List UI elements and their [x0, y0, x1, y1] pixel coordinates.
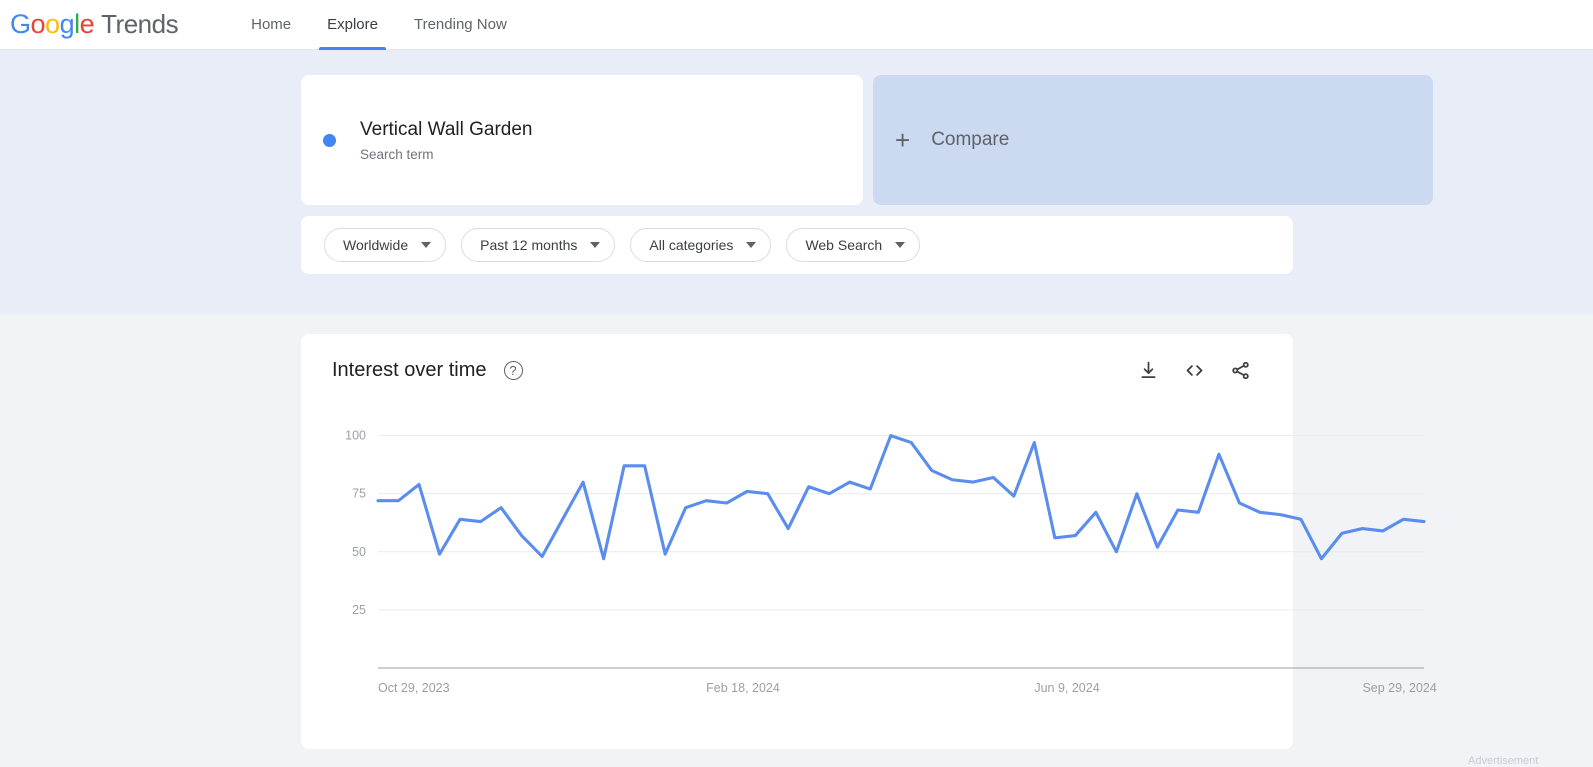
- chart-header: Interest over time ?: [332, 359, 1263, 382]
- trends-wordmark: Trends: [101, 9, 178, 40]
- filter-time-range-label: Past 12 months: [480, 237, 577, 253]
- filter-category[interactable]: All categories: [630, 228, 771, 262]
- line-chart-svg: 100 75 50 25 Oct 29, 2023 Feb 18, 2024 Jun 9, …: [332, 410, 1438, 710]
- nav-item-explore[interactable]: Explore: [319, 0, 386, 50]
- search-term-title: Vertical Wall Garden: [360, 118, 532, 142]
- y-axis-tick-label: 25: [352, 603, 366, 617]
- x-axis-tick-label: Oct 29, 2023: [378, 681, 450, 695]
- app-header: Google Trends Home Explore Trending Now: [0, 0, 1593, 50]
- google-trends-logo[interactable]: Google Trends: [10, 9, 178, 40]
- primary-nav: Home Explore Trending Now: [233, 0, 525, 50]
- query-row: Vertical Wall Garden Search term + Compa…: [301, 75, 1293, 205]
- filter-search-type-label: Web Search: [805, 237, 882, 253]
- nav-item-trending-now[interactable]: Trending Now: [406, 0, 515, 50]
- filter-search-type[interactable]: Web Search: [786, 228, 920, 262]
- compare-button[interactable]: + Compare: [873, 75, 1433, 205]
- nav-item-home[interactable]: Home: [243, 0, 299, 50]
- y-axis-tick-label: 100: [345, 429, 366, 443]
- share-icon[interactable]: [1230, 360, 1251, 381]
- search-term-text: Vertical Wall Garden Search term: [360, 118, 532, 162]
- footer-partial-text: Advertisement: [1468, 755, 1538, 767]
- data-line-vertical-wall-garden[interactable]: [378, 436, 1424, 559]
- chart-title: Interest over time: [332, 359, 487, 382]
- series-color-dot: [323, 134, 336, 147]
- x-axis-tick-label: Sep 29, 2024: [1362, 681, 1436, 695]
- chart-actions: [1138, 360, 1263, 381]
- chevron-down-icon: [421, 242, 431, 248]
- interest-over-time-card: Interest over time ?: [301, 334, 1293, 749]
- search-term-card[interactable]: Vertical Wall Garden Search term: [301, 75, 863, 205]
- chevron-down-icon: [590, 242, 600, 248]
- interest-over-time-plot[interactable]: 100 75 50 25 Oct 29, 2023 Feb 18, 2024 Jun 9, …: [332, 410, 1263, 710]
- x-axis-tick-label: Jun 9, 2024: [1034, 681, 1099, 695]
- search-term-subtitle: Search term: [360, 147, 532, 162]
- chart-title-group: Interest over time ?: [332, 359, 523, 382]
- chart-section: Interest over time ?: [0, 314, 1593, 749]
- chevron-down-icon: [895, 242, 905, 248]
- filter-time-range[interactable]: Past 12 months: [461, 228, 615, 262]
- embed-code-icon[interactable]: [1184, 360, 1205, 381]
- google-wordmark: Google: [10, 9, 94, 40]
- filter-category-label: All categories: [649, 237, 733, 253]
- compare-label: Compare: [931, 129, 1009, 151]
- help-icon[interactable]: ?: [504, 361, 523, 380]
- filters-bar: Worldwide Past 12 months All categories …: [301, 216, 1293, 274]
- download-icon[interactable]: [1138, 360, 1159, 381]
- query-section: Vertical Wall Garden Search term + Compa…: [0, 50, 1593, 314]
- plus-icon: +: [895, 127, 910, 153]
- filter-location-label: Worldwide: [343, 237, 408, 253]
- chevron-down-icon: [746, 242, 756, 248]
- y-axis-tick-label: 50: [352, 545, 366, 559]
- filter-location[interactable]: Worldwide: [324, 228, 446, 262]
- y-axis-tick-label: 75: [352, 487, 366, 501]
- x-axis-tick-label: Feb 18, 2024: [706, 681, 780, 695]
